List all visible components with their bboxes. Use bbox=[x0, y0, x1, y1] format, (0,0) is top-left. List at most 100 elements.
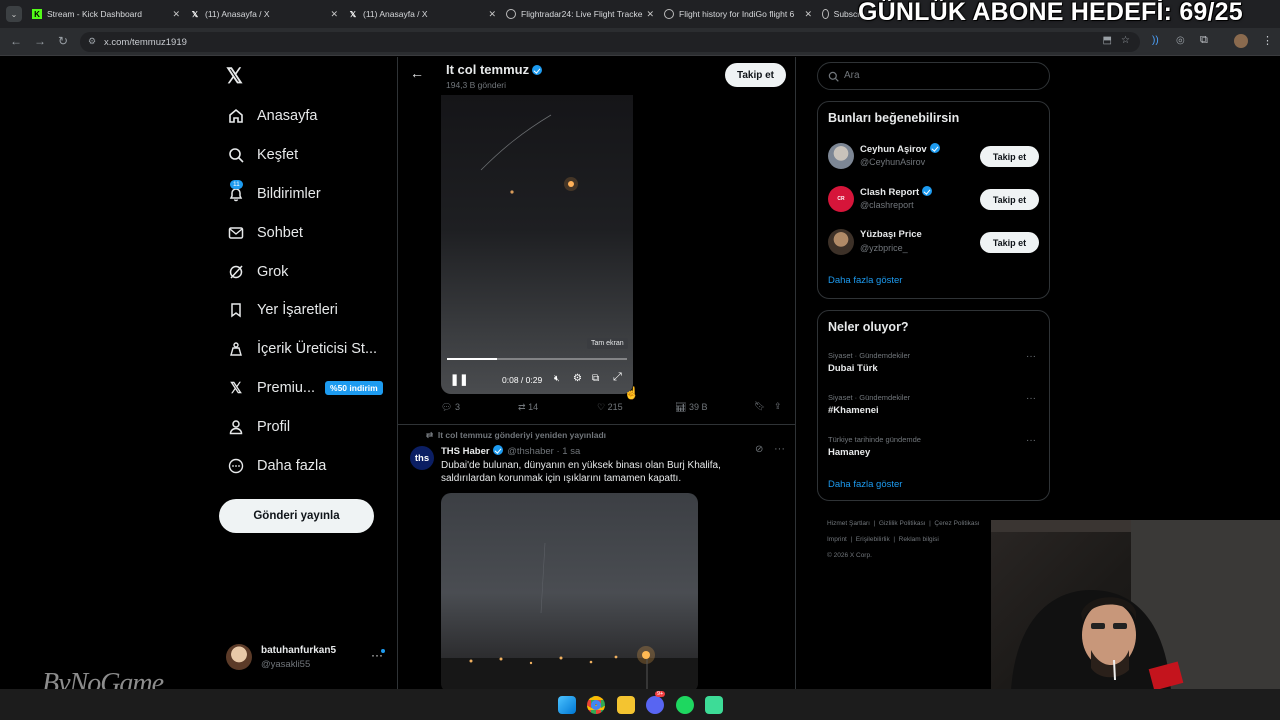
footer-link[interactable]: Hizmet Şartları bbox=[827, 520, 870, 527]
nav-item-more[interactable]: Daha fazla bbox=[228, 455, 326, 477]
follow-button[interactable]: Takip et bbox=[725, 63, 786, 87]
close-icon[interactable]: ✕ bbox=[172, 9, 180, 20]
views-button[interactable]: 📊︎ 39 B bbox=[675, 402, 707, 413]
repost-button[interactable]: ⇄ 14 bbox=[518, 402, 538, 413]
reply-button[interactable]: 💬︎ 3 bbox=[441, 402, 460, 413]
app-icon[interactable] bbox=[705, 696, 723, 714]
browser-menu-icon[interactable]: ⋮ bbox=[1262, 34, 1273, 47]
video-progress-fill bbox=[447, 358, 498, 360]
video-progress-track[interactable] bbox=[447, 358, 627, 360]
search-box[interactable]: Ara bbox=[817, 62, 1050, 90]
nav-item-chat[interactable]: Sohbet bbox=[228, 222, 303, 244]
post-button[interactable]: Gönderi yayınla bbox=[219, 499, 374, 533]
close-icon[interactable]: ✕ bbox=[804, 9, 812, 20]
tweet-image[interactable] bbox=[441, 493, 698, 689]
footer-link[interactable]: Imprint bbox=[827, 536, 847, 543]
footer-link[interactable]: Reklam bilgisi bbox=[899, 536, 939, 543]
close-icon[interactable]: ✕ bbox=[330, 9, 338, 20]
browser-tab[interactable]: 𝕏 (11) Anasayfa / X ✕ bbox=[190, 4, 338, 24]
search-placeholder: Ara bbox=[844, 70, 860, 81]
user-name-row: Clash Report bbox=[860, 186, 933, 198]
trend-item[interactable]: Siyaset · Gündemdekiler Dubai Türk ··· bbox=[828, 351, 1040, 379]
footer-link[interactable]: Gizlilik Politikası bbox=[879, 520, 926, 527]
more-icon[interactable]: ··· bbox=[1026, 393, 1036, 404]
back-arrow-icon[interactable]: ← bbox=[410, 65, 424, 81]
browser-tab[interactable]: Flightradar24: Live Flight Tracke ✕ bbox=[506, 4, 654, 24]
follow-button[interactable]: Takip et bbox=[980, 232, 1039, 253]
suggested-user[interactable]: Yüzbaşı Price @yzbprice_ Takip et bbox=[828, 228, 1040, 258]
pause-icon[interactable]: ❚❚ bbox=[450, 373, 468, 386]
video-player[interactable]: Tam ekran ❚❚ 0:08 / 0:29 🔇︎ ⚙ ⧉ ⤢ bbox=[441, 95, 633, 394]
like-button[interactable]: ♡ 215 bbox=[597, 402, 623, 413]
more-icon[interactable]: ··· bbox=[1026, 435, 1036, 446]
folder-icon[interactable] bbox=[617, 696, 635, 714]
avatar[interactable]: ths bbox=[410, 446, 434, 470]
tweet-image-frame bbox=[441, 542, 698, 689]
discord-badge: 9+ bbox=[655, 691, 666, 697]
suggested-user[interactable]: Ceyhun Aşirov @CeyhunAsirov Takip et bbox=[828, 142, 1040, 172]
nav-item-creator-studio[interactable]: İçerik Üreticisi St... bbox=[228, 338, 377, 360]
tab-search-button[interactable]: ⌄ bbox=[6, 6, 22, 22]
close-icon[interactable]: ✕ bbox=[488, 9, 496, 20]
browser-tab[interactable]: Flight history for IndiGo flight 6 ✕ bbox=[664, 4, 812, 24]
more-icon[interactable]: ··· bbox=[1026, 351, 1036, 362]
windows-start-icon[interactable] bbox=[558, 696, 576, 714]
close-icon[interactable]: ✕ bbox=[646, 9, 654, 20]
extension-icon[interactable]: ◎ bbox=[1176, 35, 1185, 46]
creator-icon bbox=[228, 341, 244, 357]
footer-link[interactable]: Çerez Politikası bbox=[934, 520, 979, 527]
forward-icon[interactable]: → bbox=[34, 34, 46, 48]
nav-item-premium[interactable]: 𝕏 Premiu... %50 indirim bbox=[228, 377, 383, 399]
extension-icon[interactable]: )) bbox=[1152, 35, 1159, 46]
views-icon: 📊︎ bbox=[675, 402, 687, 412]
webcam-overlay bbox=[991, 520, 1280, 690]
mail-icon bbox=[228, 225, 244, 241]
tweet-author[interactable]: THS Haber @thshaber · 1 sa bbox=[441, 445, 580, 457]
taskbar bbox=[0, 689, 1280, 720]
follow-button[interactable]: Takip et bbox=[980, 146, 1039, 167]
nav-item-explore[interactable]: Keşfet bbox=[228, 144, 298, 166]
spotify-icon[interactable] bbox=[676, 696, 694, 714]
back-icon[interactable]: ← bbox=[10, 34, 22, 48]
trend-item[interactable]: Siyaset · Gündemdekiler #Khamenei ··· bbox=[828, 393, 1040, 421]
star-icon[interactable]: ☆ bbox=[1121, 35, 1130, 46]
nav-item-notifications[interactable]: 11 Bildirimler bbox=[228, 180, 321, 205]
profile-name: It col temmuz bbox=[446, 62, 530, 77]
nav-item-profile[interactable]: Profil bbox=[228, 416, 290, 438]
bookmark-button[interactable]: 🔖︎ bbox=[754, 401, 765, 412]
browser-tab[interactable]: K Stream - Kick Dashboard ✕ bbox=[32, 4, 180, 24]
share-button[interactable]: ⇪ bbox=[774, 401, 782, 412]
pip-icon[interactable]: ⧉ bbox=[592, 373, 599, 384]
more-icon[interactable]: ··· bbox=[774, 443, 785, 455]
account-name: batuhanfurkan5 bbox=[261, 645, 337, 656]
site-info-icon[interactable]: ⚙ bbox=[88, 36, 96, 47]
puzzle-icon[interactable]: ⧉ bbox=[1200, 34, 1208, 47]
x-logo-icon[interactable]: 𝕏 bbox=[226, 64, 243, 89]
nav-item-home[interactable]: Anasayfa bbox=[228, 105, 317, 127]
bookmark-icon bbox=[228, 302, 244, 318]
mute-icon[interactable]: 🔇︎ bbox=[554, 373, 560, 384]
discord-icon[interactable]: 9+ bbox=[646, 691, 666, 714]
address-bar[interactable]: ⚙ x.com/temmuz1919 ⬒ ☆ bbox=[80, 32, 1140, 52]
grok-icon[interactable]: ⊘ bbox=[755, 444, 763, 455]
heart-icon: ♡ bbox=[597, 402, 606, 412]
show-more-link[interactable]: Daha fazla göster bbox=[828, 479, 902, 490]
follow-button[interactable]: Takip et bbox=[980, 189, 1039, 210]
browser-tab[interactable]: Subscri bbox=[822, 4, 862, 24]
avatar: CR bbox=[828, 186, 854, 212]
nav-item-bookmarks[interactable]: Yer İşaretleri bbox=[228, 299, 338, 321]
install-app-icon[interactable]: ⬒ bbox=[1103, 35, 1112, 46]
browser-profile-avatar[interactable] bbox=[1234, 34, 1248, 48]
account-switcher[interactable]: batuhanfurkan5 @yasakli55 ··· bbox=[226, 644, 388, 674]
show-more-link[interactable]: Daha fazla göster bbox=[828, 275, 902, 286]
trend-item[interactable]: Türkiye tarihinde gündemde Hamaney ··· bbox=[828, 435, 1040, 463]
settings-icon[interactable]: ⚙ bbox=[573, 373, 582, 384]
suggested-user[interactable]: CR Clash Report @clashreport Takip et bbox=[828, 185, 1040, 215]
nav-item-grok[interactable]: Grok bbox=[228, 261, 288, 283]
chrome-icon[interactable] bbox=[587, 696, 605, 714]
browser-tab[interactable]: 𝕏 (11) Anasayfa / X ✕ bbox=[348, 4, 496, 24]
reload-icon[interactable]: ↻ bbox=[58, 34, 68, 48]
footer-link[interactable]: Erişilebilirlik bbox=[856, 536, 890, 543]
repost-note: ⇄ It col temmuz gönderiyi yeniden yayınl… bbox=[426, 430, 607, 440]
fullscreen-icon[interactable]: ⤢ bbox=[613, 371, 622, 384]
